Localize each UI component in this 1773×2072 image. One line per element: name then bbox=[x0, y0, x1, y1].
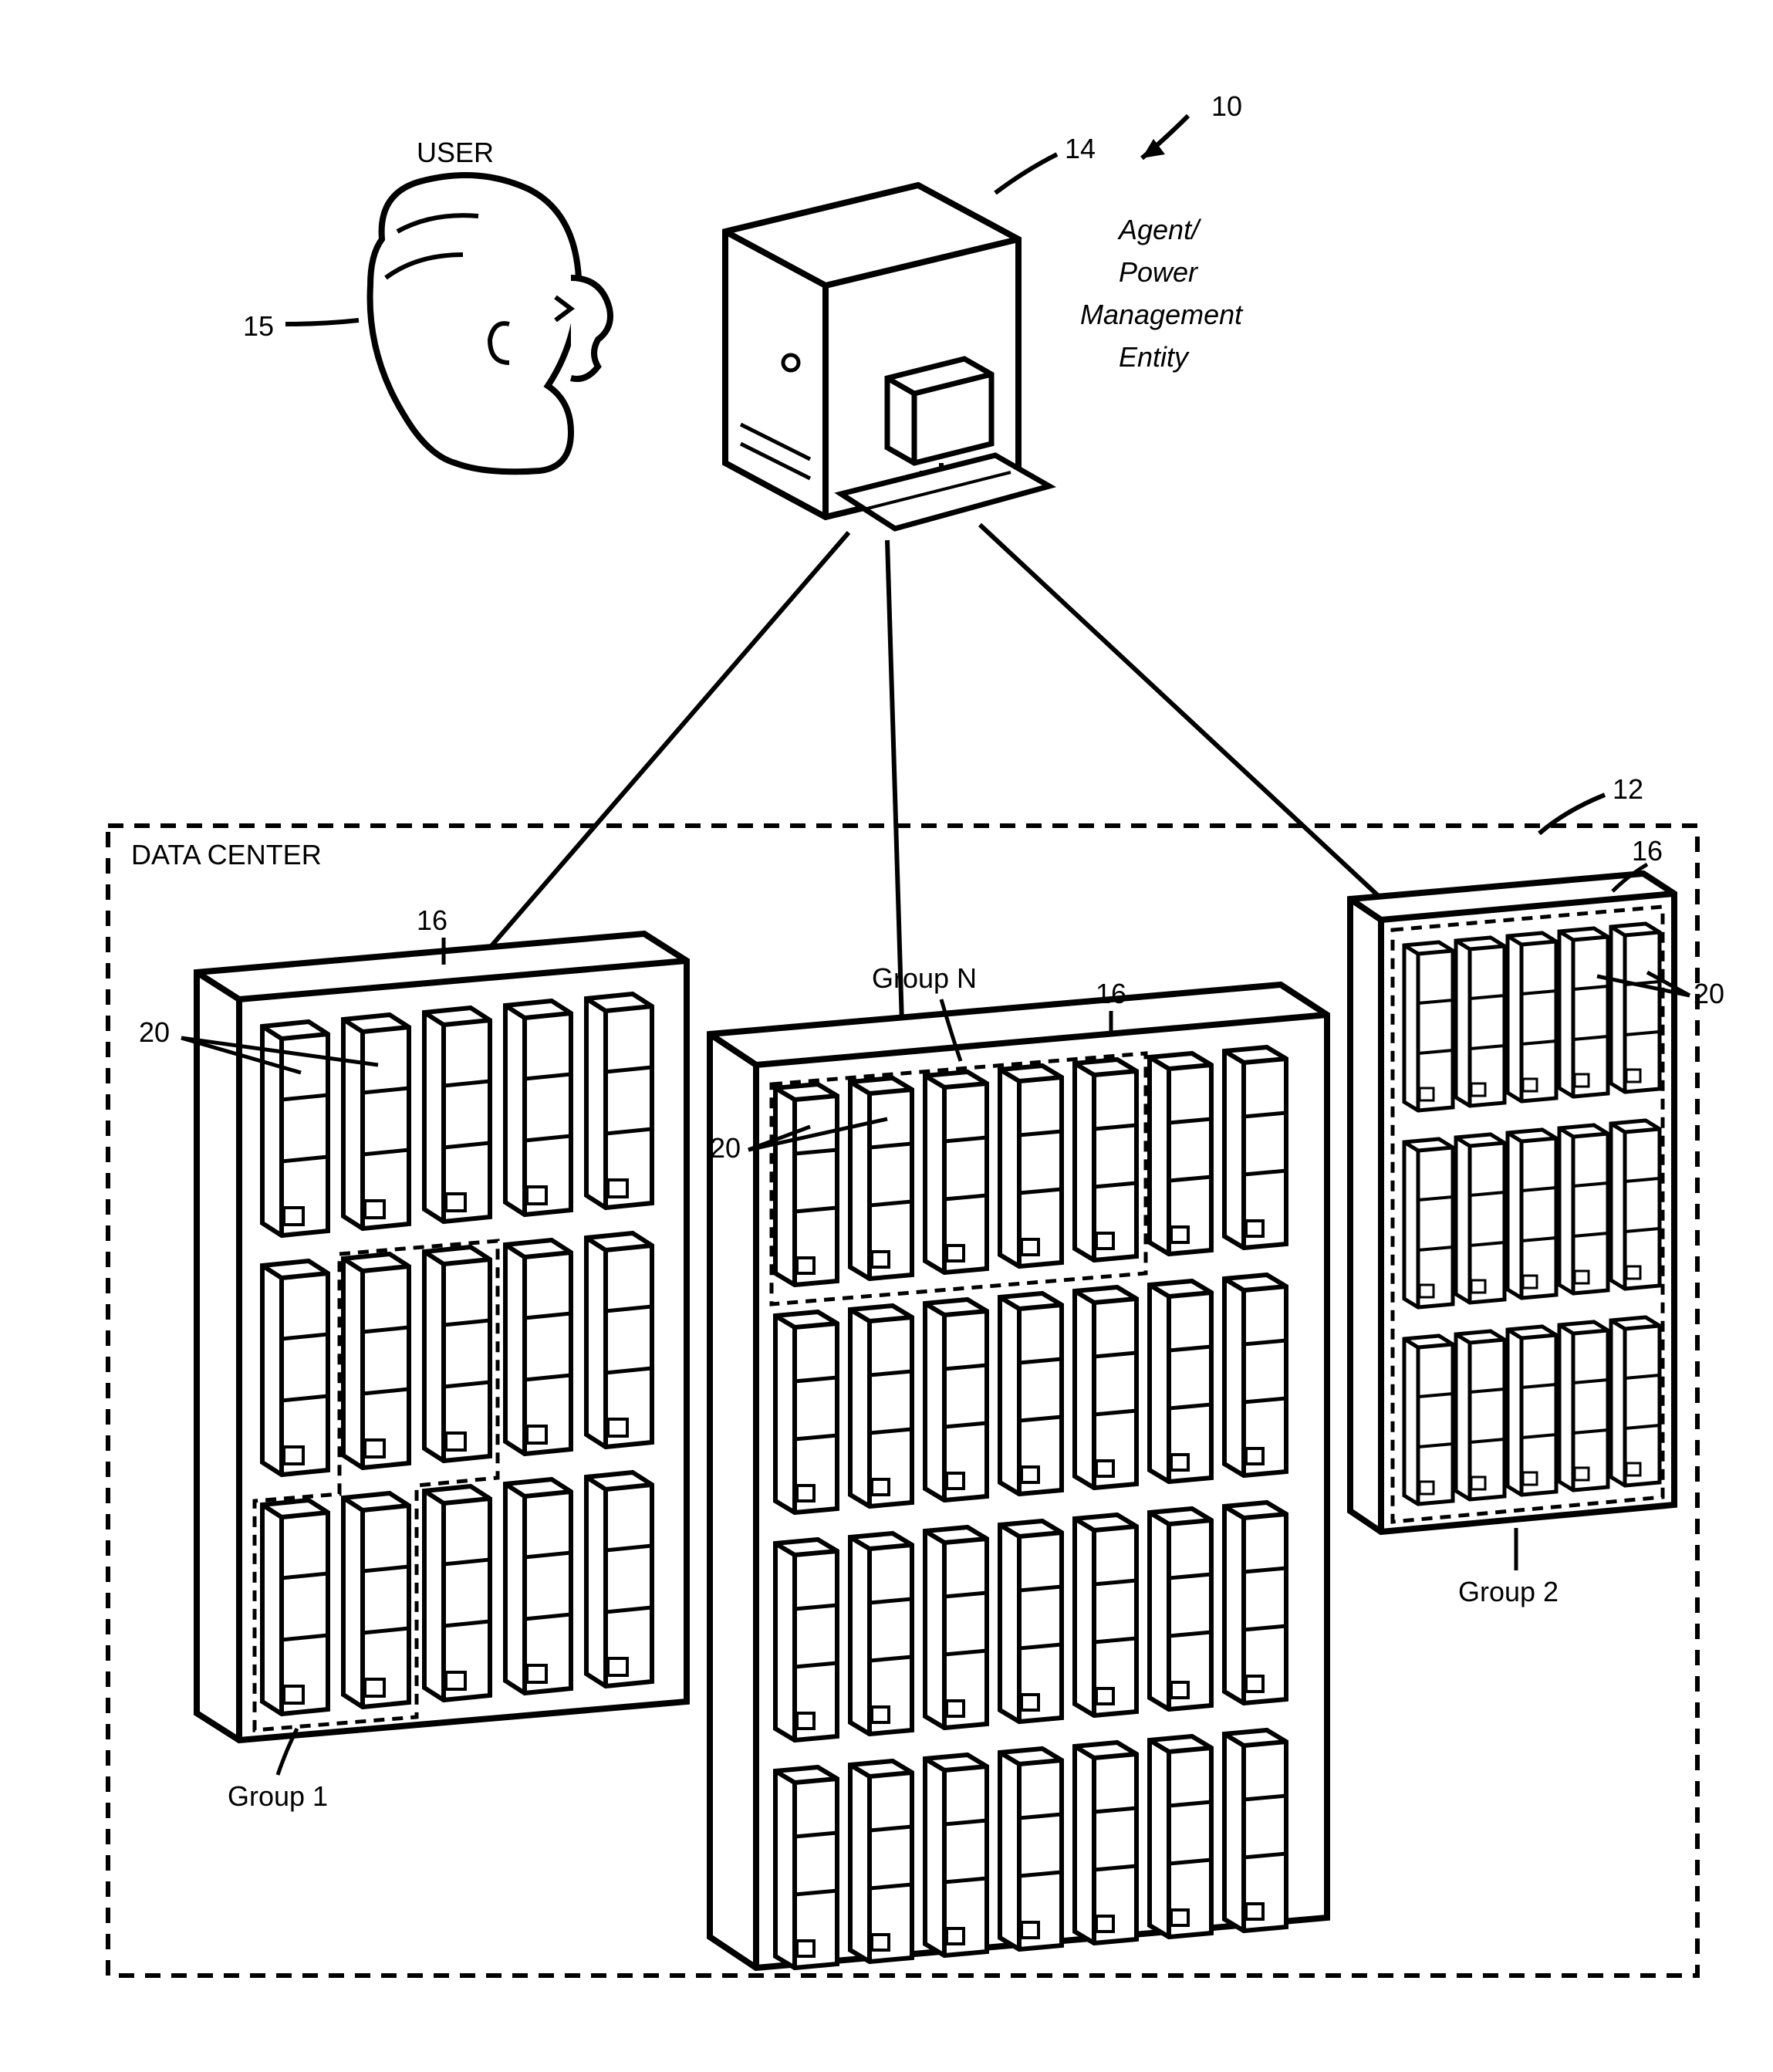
ref-16-mid: 16 bbox=[1096, 978, 1126, 1009]
user-label: USER bbox=[417, 137, 494, 168]
ref-20-mid: 20 bbox=[710, 1132, 741, 1164]
ref-20-right: 20 bbox=[1694, 978, 1724, 1009]
agent-label-2: Power bbox=[1119, 256, 1199, 288]
groupn-label: Group N bbox=[872, 962, 977, 994]
ref-16-left: 16 bbox=[417, 904, 447, 936]
rack-1 bbox=[197, 934, 687, 1740]
agent-label-3: Management bbox=[1080, 299, 1244, 330]
group2-label: Group 2 bbox=[1458, 1576, 1559, 1607]
group1-label: Group 1 bbox=[228, 1780, 328, 1812]
datacenter-label: DATA CENTER bbox=[131, 839, 322, 870]
user-icon bbox=[370, 175, 610, 472]
ref-16-right: 16 bbox=[1632, 835, 1663, 867]
server-icon bbox=[725, 185, 1049, 529]
ref-10: 10 bbox=[1211, 90, 1242, 122]
ref-15: 15 bbox=[243, 310, 274, 342]
rack-3 bbox=[1350, 874, 1674, 1532]
rack-2 bbox=[710, 985, 1327, 1968]
agent-label-4: Entity bbox=[1119, 341, 1190, 373]
agent-label-1: Agent/ bbox=[1117, 214, 1202, 245]
ref-20-left: 20 bbox=[139, 1016, 170, 1048]
connection-line bbox=[980, 525, 1427, 941]
connection-line bbox=[455, 532, 849, 988]
ref-12: 12 bbox=[1613, 773, 1643, 805]
ref-14: 14 bbox=[1065, 133, 1096, 164]
